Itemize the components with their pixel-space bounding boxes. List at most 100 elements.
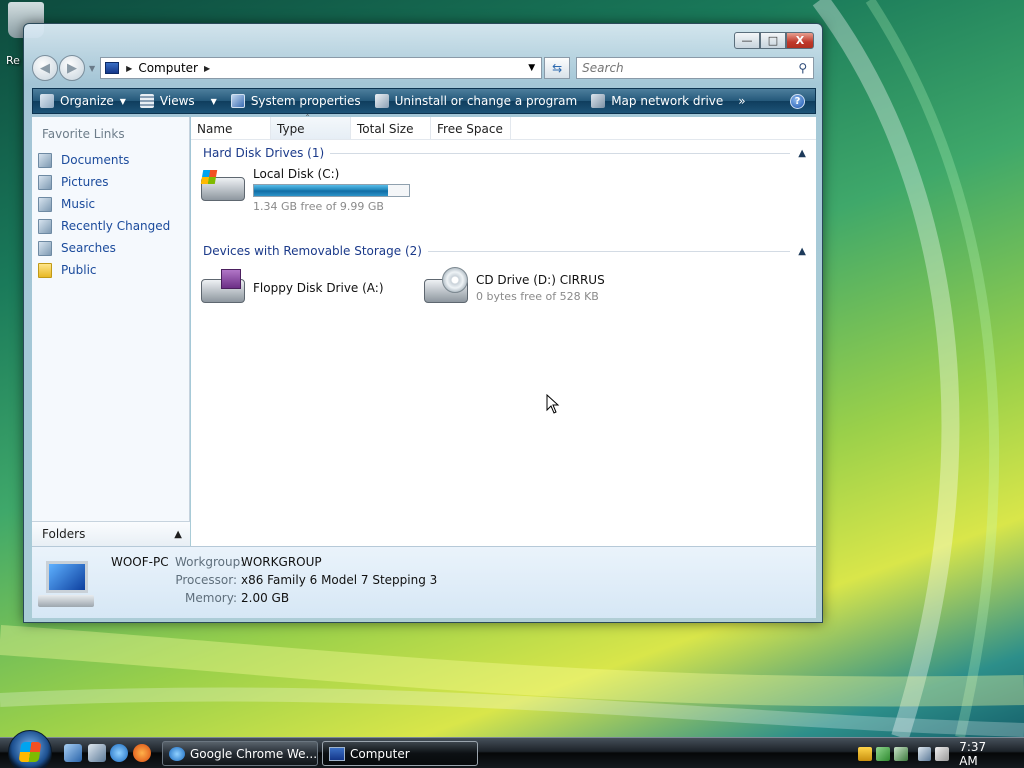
address-bar[interactable]: ▶ Computer ▶ ▼ [100,57,543,79]
back-arrow-icon: ◀ [40,60,50,76]
group-header-hard-disk-drives[interactable]: Hard Disk Drives (1) ▲ [191,142,816,164]
favorite-link-recently-changed[interactable]: Recently Changed [32,215,189,237]
workgroup-value: WORKGROUP [241,555,322,569]
computer-window: — □ X ◀ ▶ ▼ ▶ Computer ▶ ▼ ⇆ ⚲ Organize … [23,23,823,623]
windows-logo-icon [18,742,42,762]
favorite-link-public[interactable]: Public [32,259,189,281]
organize-icon [40,94,54,108]
group-divider [427,250,791,252]
searches-icon [38,240,52,256]
favorite-link-searches[interactable]: Searches [32,237,189,259]
group-label: Hard Disk Drives (1) [203,146,325,160]
show-desktop-icon[interactable] [64,744,82,762]
drive-item-floppy-a[interactable]: Floppy Disk Drive (A:) [199,267,384,307]
close-button[interactable]: X [786,32,814,49]
search-box[interactable]: ⚲ [576,57,815,79]
cd-drive-icon [422,267,470,307]
clock[interactable]: 7:37 AM [959,740,1008,768]
views-label: Views [159,94,195,108]
task-label: Google Chrome We... [190,746,318,761]
processor-value: x86 Family 6 Model 7 Stepping 3 [241,573,438,587]
network-icon[interactable] [917,746,932,761]
pc-name: WOOF-PC [111,555,169,569]
chevron-up-icon: ▲ [174,528,182,540]
map-drive-label: Map network drive [611,94,724,108]
folder-icon [38,262,52,278]
column-header-type[interactable]: Type [271,114,351,139]
taskbar-button-chrome[interactable]: Google Chrome We... [162,741,318,766]
volume-muted-icon[interactable] [935,746,950,761]
refresh-button[interactable]: ⇆ [544,57,571,79]
processor-label: Processor: [175,573,237,587]
search-input[interactable] [582,61,783,75]
address-dropdown-icon[interactable]: ▼ [528,63,535,73]
workgroup-label: Workgroup: [175,555,245,569]
more-commands-button[interactable]: » [730,89,753,113]
drive-item-local-disk-c[interactable]: Local Disk (C:) 1.34 GB free of 9.99 GB [199,165,410,213]
folders-toggle[interactable]: Folders ▲ [32,521,190,546]
favorite-link-label: Recently Changed [61,219,171,233]
favorite-link-label: Documents [61,153,130,167]
forward-button[interactable]: ▶ [59,55,85,81]
system-properties-icon [230,94,245,108]
navigation-pane: Favorite Links Documents Pictures Music … [32,117,190,546]
favorite-link-pictures[interactable]: Pictures [32,171,189,193]
column-header-total-size[interactable]: Total Size [351,117,431,139]
folders-label: Folders [42,527,86,541]
search-icon[interactable]: ⚲ [798,61,807,75]
floppy-drive-icon [199,267,247,307]
taskbar: Google Chrome We... Computer 7:37 AM [0,730,1024,768]
collapse-group-icon[interactable]: ▲ [798,148,806,159]
drive-name: Local Disk (C:) [253,167,340,181]
favorite-link-label: Searches [61,241,116,255]
recent-pages-dropdown[interactable]: ▼ [89,64,95,73]
music-icon [38,196,52,212]
computer-icon [329,746,345,761]
hard-drive-icon [199,165,247,205]
task-label: Computer [350,746,410,761]
file-list-pane: Name Type Total Size Free Space Hard Dis… [191,114,816,546]
drive-item-cd-d[interactable]: CD Drive (D:) CIRRUS 0 bytes free of 528… [422,267,605,307]
drive-usage-bar [253,184,410,197]
breadcrumb-arrow-icon[interactable]: ▶ [126,64,132,73]
map-network-drive-button[interactable]: Map network drive [584,89,730,113]
network-status-icon[interactable] [893,746,908,761]
system-properties-button[interactable]: System properties [224,89,368,113]
favorite-link-music[interactable]: Music [32,193,189,215]
minimize-button[interactable]: — [734,32,760,49]
organize-label: Organize [60,94,114,108]
column-header-free-space[interactable]: Free Space [431,117,511,139]
memory-label: Memory: [185,591,237,605]
drive-free-space: 1.34 GB free of 9.99 GB [253,200,384,213]
switch-windows-icon[interactable] [88,744,106,762]
network-drive-icon [591,94,606,108]
group-header-removable-storage[interactable]: Devices with Removable Storage (2) ▲ [191,240,816,262]
refresh-icon: ⇆ [552,61,563,75]
back-button[interactable]: ◀ [32,55,58,81]
internet-explorer-icon[interactable] [110,744,128,762]
address-location[interactable]: Computer [138,61,198,75]
uninstall-program-button[interactable]: Uninstall or change a program [368,89,585,113]
security-shield-icon[interactable] [858,746,872,761]
start-button[interactable] [8,730,52,768]
column-header-name[interactable]: Name [191,117,271,139]
system-properties-label: System properties [250,94,361,108]
favorite-links-heading: Favorite Links [42,127,125,141]
drive-name: Floppy Disk Drive (A:) [253,281,384,295]
breadcrumb-arrow-icon[interactable]: ▶ [204,64,210,73]
taskbar-button-computer[interactable]: Computer [322,741,478,766]
computer-large-icon [38,561,94,609]
help-button[interactable]: ? [790,93,805,109]
memory-value: 2.00 GB [241,591,290,605]
maximize-button[interactable]: □ [760,32,786,49]
documents-icon [38,152,52,168]
views-button[interactable]: Views ▼ [133,89,224,113]
system-tray: 7:37 AM [854,738,1024,768]
computer-details: WOOF-PC Workgroup: WORKGROUP Processor: … [111,553,437,607]
favorite-link-documents[interactable]: Documents [32,149,189,171]
column-headers: Name Type Total Size Free Space [191,114,816,140]
collapse-group-icon[interactable]: ▲ [798,246,806,257]
firefox-icon[interactable] [133,744,151,762]
update-icon[interactable] [875,746,890,761]
organize-button[interactable]: Organize ▼ [33,89,133,113]
